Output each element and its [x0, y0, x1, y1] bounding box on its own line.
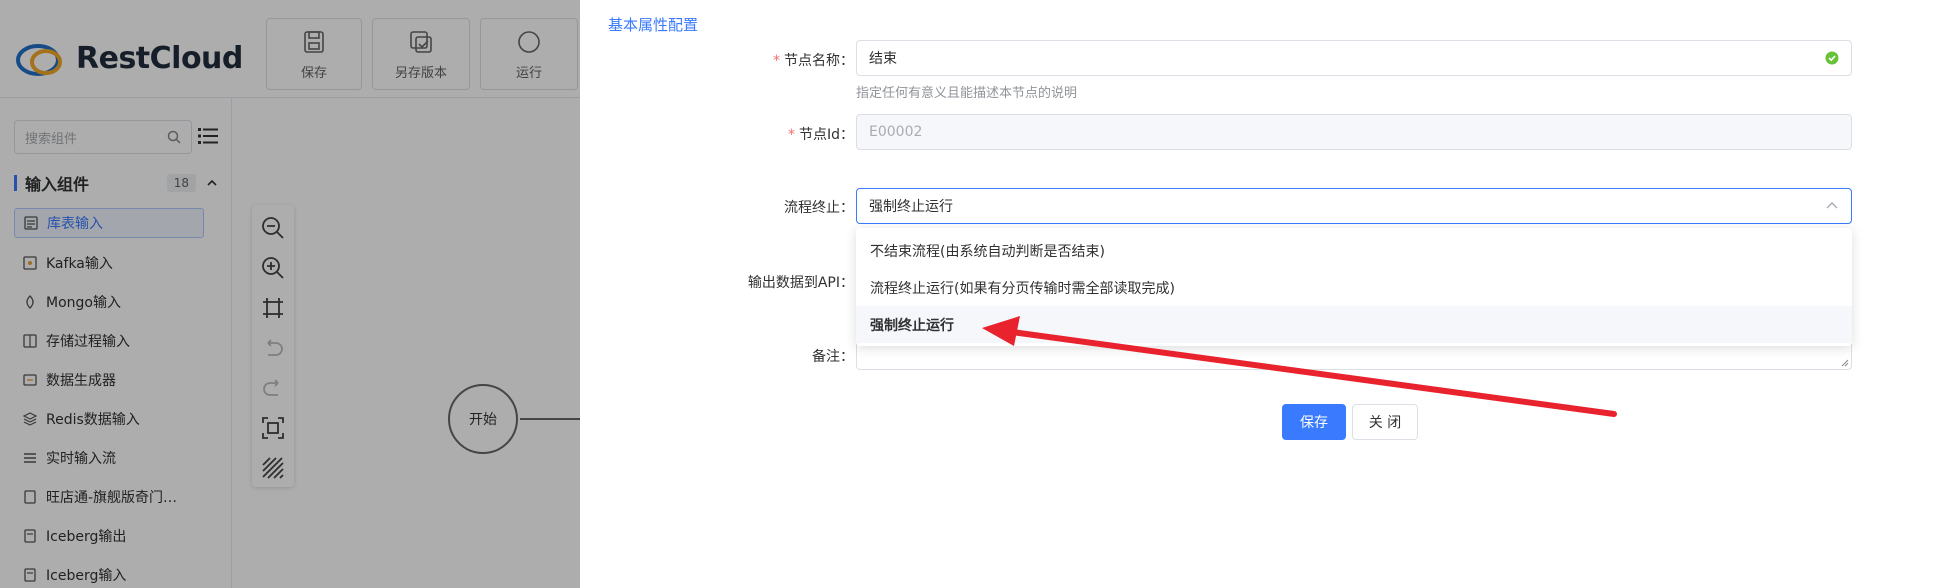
section-title: 基本属性配置: [608, 16, 699, 34]
save-button[interactable]: 保存: [1282, 404, 1346, 440]
resize-handle-icon[interactable]: [1841, 359, 1849, 367]
node-name-label-text: 节点名称：: [784, 53, 854, 69]
check-circle-icon: [1825, 51, 1839, 65]
flow-end-label: 流程终止：: [784, 200, 854, 216]
flow-end-value: 强制终止运行: [869, 199, 953, 215]
required-mark: *: [773, 53, 780, 69]
node-config-drawer: 基本属性配置 * 节点名称： 结束 指定任何有意义且能描述本节点的说明 * 节点Id…: [580, 0, 1940, 588]
option-force-terminate[interactable]: 强制终止运行: [856, 306, 1852, 343]
node-name-hint: 指定任何有意义且能描述本节点的说明: [856, 86, 1078, 101]
node-name-input[interactable]: 结束: [856, 40, 1852, 76]
close-button[interactable]: 关 闭: [1352, 404, 1418, 440]
node-name-value: 结束: [869, 51, 897, 67]
node-name-label: * 节点名称：: [773, 50, 854, 70]
flow-end-dropdown: 不结束流程(由系统自动判断是否结束) 流程终止运行(如果有分页传输时需全部读取完…: [856, 228, 1852, 346]
flow-end-select[interactable]: 强制终止运行: [856, 188, 1852, 224]
output-api-label: 输出数据到API：: [747, 275, 854, 291]
remark-label: 备注：: [812, 349, 854, 365]
required-mark: *: [787, 127, 795, 143]
node-id-input: E00002: [856, 114, 1852, 150]
node-id-label: * 节点Id：: [788, 124, 854, 144]
node-id-value: E00002: [869, 124, 923, 140]
chevron-up-icon: [1826, 202, 1838, 209]
node-id-label-text: 节点Id：: [798, 127, 854, 143]
option-not-end[interactable]: 不结束流程(由系统自动判断是否结束): [856, 232, 1852, 269]
option-end-after-read[interactable]: 流程终止运行(如果有分页传输时需全部读取完成): [856, 269, 1852, 306]
